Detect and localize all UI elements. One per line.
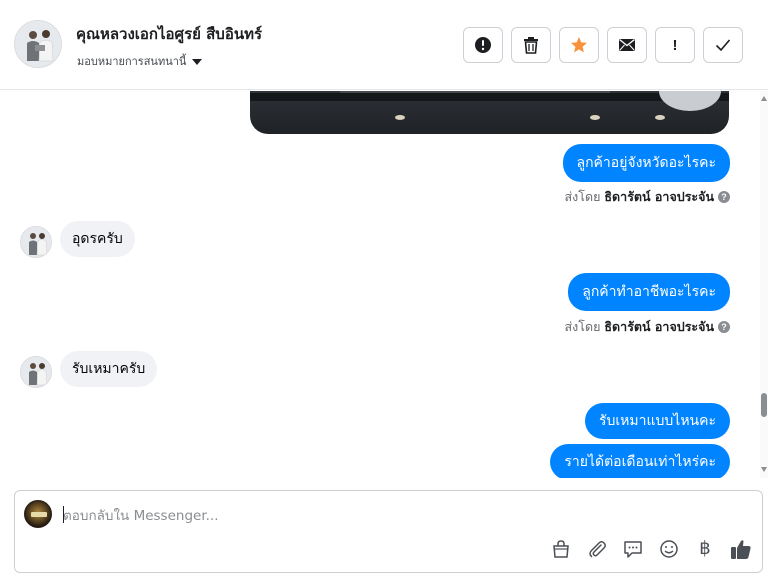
page-logo-mark — [31, 512, 47, 517]
star-button[interactable] — [559, 27, 599, 63]
baht-icon: ฿ — [699, 538, 711, 559]
reply-composer: ฿ — [14, 490, 763, 573]
payment-button[interactable]: ฿ — [694, 537, 716, 561]
image-detail — [590, 115, 600, 120]
alert-circle-icon — [475, 37, 491, 53]
contact-photo-icon — [15, 21, 61, 67]
incoming-message[interactable]: อุดรครับ — [60, 221, 135, 257]
image-detail — [655, 115, 665, 120]
sent-by-info: ส่งโดย ธิดารัตน์ อาจประจัน ? — [565, 317, 730, 337]
conversation-actions: ! — [463, 27, 743, 63]
smiley-icon — [660, 540, 678, 558]
conversation-header: คุณหลวงเอกไอศูรย์ สืบอินทร์ มอบหมายการสน… — [0, 0, 768, 90]
like-button[interactable] — [730, 537, 752, 561]
shop-button[interactable] — [550, 537, 572, 561]
text-cursor — [63, 506, 64, 523]
thread-scrollbar[interactable] — [760, 91, 768, 478]
sent-by-prefix: ส่งโดย — [564, 189, 601, 204]
contact-photo-icon — [21, 357, 51, 387]
sent-by-info: ส่งโดย ธิดารัตน์ อาจประจัน ? — [565, 187, 730, 207]
page-avatar — [24, 500, 52, 528]
attach-button[interactable] — [586, 537, 608, 561]
shopping-bag-icon — [553, 540, 569, 558]
checkmark-icon — [715, 39, 731, 52]
mark-done-button[interactable] — [703, 27, 743, 63]
sent-by-prefix: ส่งโดย — [564, 319, 601, 334]
help-icon[interactable]: ? — [718, 191, 730, 203]
scroll-up-arrow-icon[interactable] — [761, 96, 767, 101]
outgoing-message[interactable]: รับเหมาแบบไหนคะ — [584, 403, 730, 439]
contact-avatar[interactable] — [14, 20, 62, 68]
thumbs-up-icon — [731, 540, 751, 559]
image-detail — [659, 91, 721, 111]
image-detail — [250, 93, 729, 101]
envelope-icon — [619, 38, 635, 51]
contact-avatar-small — [20, 356, 52, 388]
image-detail — [395, 115, 405, 120]
help-icon[interactable]: ? — [718, 321, 730, 333]
saved-replies-button[interactable] — [622, 537, 644, 561]
assign-label: มอบหมายการสนทนานี้ — [77, 55, 187, 68]
outgoing-message[interactable]: ลูกค้าทำอาชีพอะไรคะ — [568, 273, 730, 311]
chat-bubble-icon — [624, 541, 642, 558]
image-attachment[interactable] — [250, 91, 729, 134]
exclamation-icon: ! — [672, 36, 678, 54]
trash-icon — [524, 37, 538, 54]
sender-name: ธิดารัตน์ อาจประจัน — [604, 189, 714, 204]
scrollbar-thumb[interactable] — [761, 393, 767, 417]
contact-avatar-small — [20, 226, 52, 258]
paperclip-icon — [589, 541, 606, 558]
composer-toolbar: ฿ — [550, 537, 752, 561]
emoji-button[interactable] — [658, 537, 680, 561]
spam-button[interactable] — [463, 27, 503, 63]
contact-name: คุณหลวงเอกไอศูรย์ สืบอินทร์ — [76, 25, 263, 43]
delete-button[interactable] — [511, 27, 551, 63]
reply-input[interactable] — [63, 505, 663, 527]
message-thread[interactable]: ลูกค้าอยู่จังหวัดอะไรคะ ส่งโดย ธิดารัตน์… — [0, 91, 760, 478]
scroll-down-arrow-icon[interactable] — [761, 467, 767, 472]
contact-photo-icon — [21, 227, 51, 257]
caret-down-icon — [192, 58, 203, 65]
assign-conversation-dropdown[interactable]: มอบหมายการสนทนานี้ — [77, 52, 203, 70]
follow-up-button[interactable]: ! — [655, 27, 695, 63]
incoming-message[interactable]: รับเหมาครับ — [60, 351, 158, 387]
outgoing-message[interactable]: ลูกค้าอยู่จังหวัดอะไรคะ — [562, 144, 730, 182]
outgoing-message[interactable]: รายได้ต่อเดือนเท่าไหร่คะ — [550, 444, 730, 478]
sender-name: ธิดารัตน์ อาจประจัน — [604, 319, 714, 334]
star-icon — [571, 37, 587, 53]
mark-unread-button[interactable] — [607, 27, 647, 63]
